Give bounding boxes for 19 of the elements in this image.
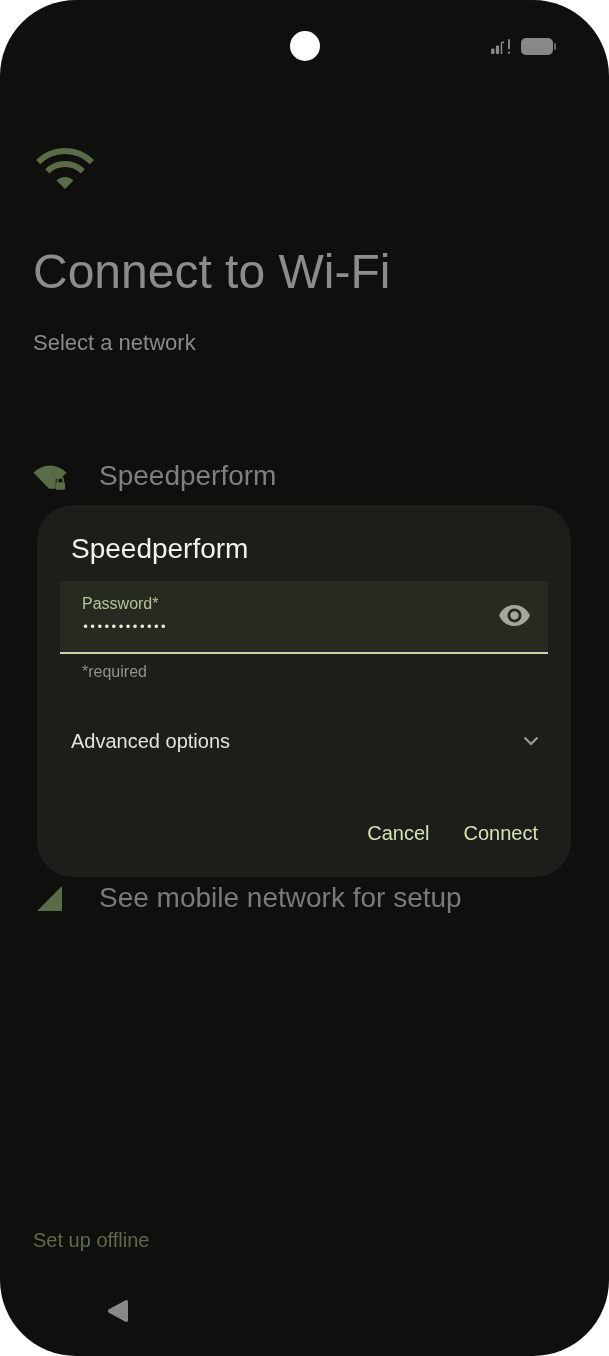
helper-text: *required xyxy=(82,662,147,682)
battery-icon xyxy=(521,37,556,55)
network-name[interactable]: Speedperform xyxy=(99,459,277,493)
signal-icon xyxy=(491,38,511,54)
page-title: Connect to Wi-Fi xyxy=(33,244,391,300)
page-subtitle: Select a network xyxy=(33,329,196,357)
cellular-signal-icon xyxy=(37,885,62,911)
mobile-network-option[interactable]: See mobile network for setup xyxy=(99,881,462,915)
cancel-button[interactable]: Cancel xyxy=(357,813,440,853)
eye-icon[interactable] xyxy=(499,605,530,626)
back-icon[interactable] xyxy=(107,1299,128,1323)
field-label: Password* xyxy=(82,594,159,614)
password-dots: •••••••••••• xyxy=(82,619,167,636)
camera-cutout xyxy=(289,31,320,61)
dialog-title: Speedperform xyxy=(71,532,249,566)
wifi-icon xyxy=(35,147,95,191)
connect-button[interactable]: Connect xyxy=(453,813,548,853)
advanced-options-toggle[interactable]: Advanced options xyxy=(60,721,548,761)
password-field[interactable]: Password* •••••••••••• xyxy=(60,581,548,654)
